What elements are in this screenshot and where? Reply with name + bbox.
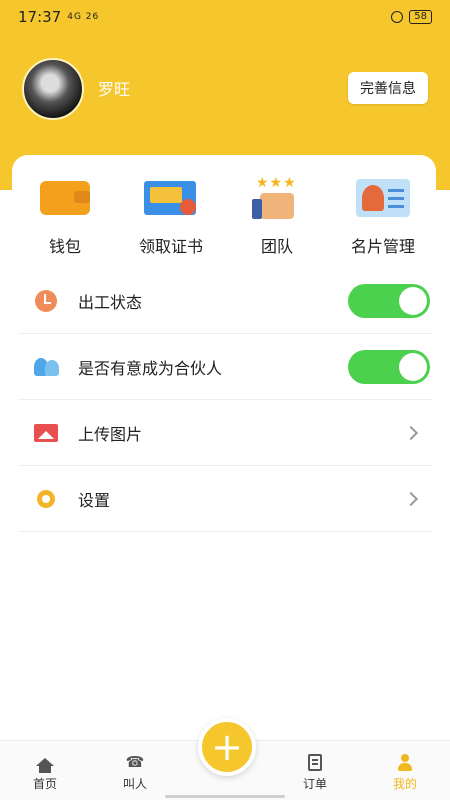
order-icon: [308, 753, 322, 771]
wallet-icon: [36, 175, 94, 221]
grid-item-certificate[interactable]: 领取证书: [121, 175, 221, 257]
team-icon: ★★★: [248, 175, 306, 221]
shortcut-card: 钱包 领取证书 ★★★ 团队 名片管理: [12, 155, 436, 270]
business-card-icon: [354, 175, 412, 221]
settings-menu: 出工状态 是否有意成为合伙人 上传图片 设置: [18, 268, 432, 532]
certificate-icon: [142, 175, 200, 221]
tab-orders[interactable]: 订单: [270, 749, 360, 792]
partner-icon: [34, 357, 59, 376]
menu-item-partner: 是否有意成为合伙人: [18, 334, 432, 400]
clock-icon: [35, 289, 57, 312]
username: 罗旺: [98, 80, 131, 99]
home-icon: [36, 758, 54, 773]
menu-item-settings[interactable]: 设置: [18, 466, 432, 532]
person-icon: [397, 753, 413, 771]
status-bar: 17:37 4G 26 58: [0, 0, 450, 34]
lock-icon: [391, 11, 404, 23]
network-indicator: 4G 26: [67, 12, 100, 22]
grid-item-business-card[interactable]: 名片管理: [333, 175, 433, 257]
home-indicator: [165, 795, 285, 798]
toggle-knob: [399, 286, 427, 315]
menu-item-label: 是否有意成为合伙人: [78, 358, 223, 378]
grid-item-team[interactable]: ★★★ 团队: [227, 175, 327, 257]
chevron-right-icon: [403, 491, 419, 506]
menu-item-upload-picture[interactable]: 上传图片: [18, 400, 432, 466]
picture-icon: [34, 423, 58, 442]
grid-item-label: 钱包: [48, 237, 81, 256]
tab-label: 首页: [32, 777, 57, 791]
tab-label: 我的: [392, 777, 417, 791]
avatar[interactable]: [22, 58, 84, 120]
tab-label: 订单: [302, 777, 327, 791]
complete-info-button[interactable]: 完善信息: [348, 72, 428, 104]
toggle-knob: [399, 352, 427, 381]
grid-item-wallet[interactable]: 钱包: [15, 175, 115, 257]
tab-call-worker[interactable]: ☎ 叫人: [90, 749, 180, 792]
grid-item-label: 团队: [260, 237, 293, 256]
shortcut-grid: 钱包 领取证书 ★★★ 团队 名片管理: [12, 155, 436, 257]
work-status-toggle[interactable]: [348, 283, 430, 318]
tab-mine[interactable]: 我的: [360, 749, 450, 792]
menu-item-label: 出工状态: [78, 292, 143, 312]
menu-item-label: 设置: [78, 490, 111, 510]
add-button[interactable]: +: [198, 718, 256, 776]
gear-icon: [37, 489, 55, 508]
partner-toggle[interactable]: [348, 349, 430, 384]
menu-item-label: 上传图片: [78, 424, 143, 444]
profile-header: 罗旺 完善信息: [22, 58, 432, 120]
chevron-right-icon: [403, 425, 419, 440]
tab-home[interactable]: 首页: [0, 749, 90, 792]
status-time: 17:37: [18, 8, 62, 26]
tab-label: 叫人: [122, 777, 147, 791]
battery-icon: 58: [409, 10, 432, 24]
menu-item-work-status: 出工状态: [18, 268, 432, 334]
grid-item-label: 名片管理: [350, 237, 415, 256]
grid-item-label: 领取证书: [138, 237, 203, 256]
phone-icon: ☎: [125, 753, 145, 771]
